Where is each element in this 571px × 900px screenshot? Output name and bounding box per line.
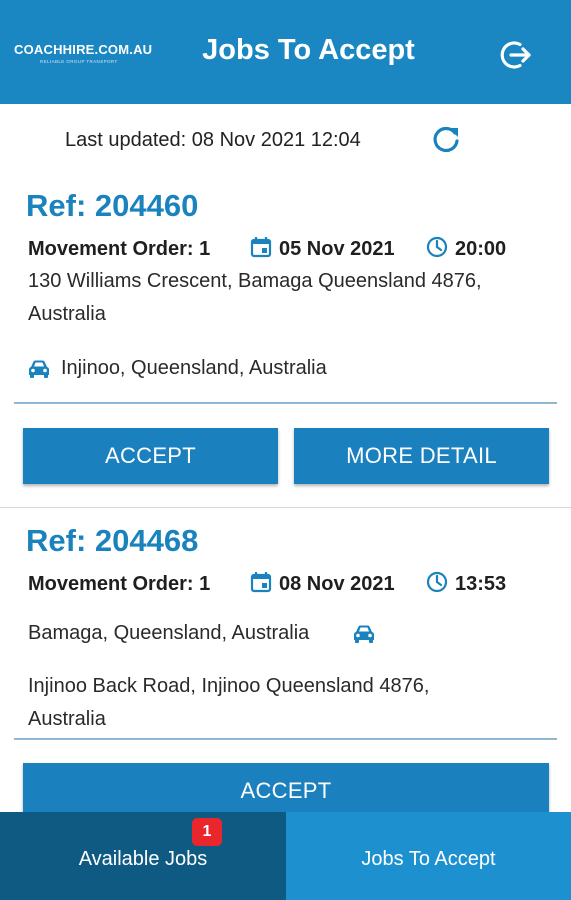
last-updated-row: Last updated: 08 Nov 2021 12:04 (0, 122, 571, 158)
movement-order: Movement Order: 1 (28, 238, 211, 260)
destination-address: Injinoo, Queensland, Australia (61, 357, 327, 379)
last-updated-text: Last updated: 08 Nov 2021 12:04 (65, 129, 361, 151)
destination-address-line: Injinoo Back Road, Injinoo Queensland 48… (28, 675, 430, 697)
accept-button[interactable]: ACCEPT (23, 428, 278, 484)
tab-jobs-to-accept[interactable]: Jobs To Accept (286, 812, 571, 900)
car-icon (354, 625, 374, 643)
clock-icon (426, 571, 448, 593)
job-time: 20:00 (455, 238, 507, 260)
calendar-icon (250, 237, 272, 258)
car-icon (29, 360, 49, 378)
calendar-icon (250, 572, 272, 593)
refresh-button[interactable] (430, 124, 462, 156)
job-date: 05 Nov 2021 (279, 238, 395, 260)
pickup-address-line: Australia (28, 303, 106, 325)
divider (14, 402, 557, 404)
more-detail-button[interactable]: MORE DETAIL (294, 428, 549, 484)
refresh-icon (433, 126, 459, 153)
pickup-address: Bamaga, Queensland, Australia (28, 622, 310, 644)
accept-button[interactable]: ACCEPT (23, 763, 549, 819)
app-header: COACHHIRE.COM.AU RELIABLE GROUP TRANSPOR… (0, 0, 571, 104)
clock-icon (426, 236, 448, 258)
destination-address-line: Australia (28, 708, 106, 730)
tab-label: Available Jobs (78, 848, 208, 870)
tab-available-jobs[interactable]: 1 Available Jobs (0, 812, 286, 900)
job-ref: Ref: 204468 (26, 523, 199, 558)
job-ref: Ref: 204460 (26, 188, 199, 223)
tab-label: Jobs To Accept (361, 848, 496, 870)
bottom-tab-bar: 1 Available Jobs Jobs To Accept (0, 812, 571, 900)
movement-order: Movement Order: 1 (28, 573, 211, 595)
page-title: Jobs To Accept (202, 34, 415, 66)
logout-icon (500, 41, 531, 69)
pickup-address: 130 Williams Crescent, Bamaga Queensland… (28, 265, 482, 331)
job-date: 08 Nov 2021 (279, 573, 395, 595)
pickup-address-line: 130 Williams Crescent, Bamaga Queensland… (28, 270, 482, 292)
divider (14, 738, 557, 740)
logout-button[interactable] (498, 37, 534, 73)
notification-badge: 1 (192, 818, 222, 846)
job-time: 13:53 (455, 573, 507, 595)
destination-address: Injinoo Back Road, Injinoo Queensland 48… (28, 670, 429, 736)
card-separator (0, 507, 571, 508)
